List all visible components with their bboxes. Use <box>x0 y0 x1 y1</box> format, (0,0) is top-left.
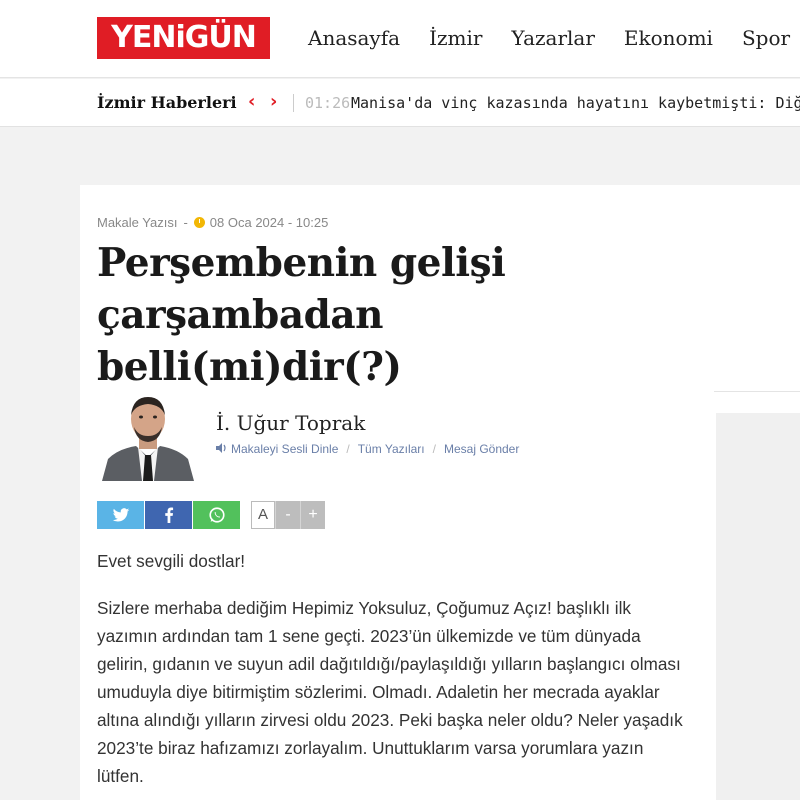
send-message-link[interactable]: Mesaj Gönder <box>444 442 519 456</box>
nav-item-izmir[interactable]: İzmir <box>429 26 482 50</box>
ticker-headline-link[interactable]: Manisa'da vinç kazasında hayatını kaybet… <box>351 94 800 112</box>
share-whatsapp-button[interactable] <box>193 501 240 529</box>
author-name[interactable]: İ. Uğur Toprak <box>216 411 365 435</box>
site-header: YENiGÜN Anasayfa İzmir Yazarlar Ekonomi … <box>0 0 800 78</box>
article-card: Makale Yazısı - 08 Oca 2024 - 10:25 Perş… <box>80 185 800 800</box>
article-date: 08 Oca 2024 - 10:25 <box>209 215 329 230</box>
whatsapp-icon <box>208 507 225 523</box>
site-logo[interactable]: YENiGÜN <box>97 17 270 59</box>
twitter-icon <box>112 507 129 522</box>
font-size-controls: A - + <box>251 501 325 529</box>
nav-item-yazarlar[interactable]: Yazarlar <box>511 26 594 50</box>
article-category[interactable]: Makale Yazısı <box>97 215 177 230</box>
article-paragraph: Evet sevgili dostlar! <box>97 551 246 571</box>
sidebar-panel <box>716 413 800 800</box>
share-twitter-button[interactable] <box>97 501 144 529</box>
meta-separator: - <box>183 215 188 230</box>
chevron-left-icon[interactable]: ‹ <box>248 91 255 112</box>
link-separator: / <box>432 442 436 456</box>
author-links: Makaleyi Sesli Dinle / Tüm Yazıları / Me… <box>216 442 519 456</box>
all-articles-link[interactable]: Tüm Yazıları <box>358 442 425 456</box>
facebook-icon <box>164 507 173 523</box>
nav-item-anasayfa[interactable]: Anasayfa <box>308 26 400 50</box>
article-title-line-2: belli(mi)dir(?) <box>97 344 402 390</box>
sidebar-divider <box>714 391 800 392</box>
article-title: Perşembenin gelişi çarşambadan belli(mi)… <box>97 237 797 393</box>
ticker-label: İzmir Haberleri <box>97 93 237 112</box>
chevron-right-icon[interactable]: › <box>270 91 277 112</box>
ticker-divider <box>293 94 294 112</box>
article-meta: Makale Yazısı - 08 Oca 2024 - 10:25 <box>97 215 328 230</box>
author-avatar[interactable] <box>98 389 198 481</box>
listen-article-link[interactable]: Makaleyi Sesli Dinle <box>231 442 338 456</box>
article-title-line-1: Perşembenin gelişi çarşambadan <box>97 240 506 338</box>
article-paragraph: Sizlere merhaba dediğim Hepimiz Yoksuluz… <box>97 598 683 786</box>
article-body: Evet sevgili dostlar! Sizlere merhaba de… <box>97 547 687 800</box>
clock-icon <box>193 217 205 228</box>
nav-item-spor[interactable]: Spor <box>742 26 790 50</box>
font-increase-button[interactable]: + <box>300 501 325 529</box>
nav-item-ekonomi[interactable]: Ekonomi <box>624 26 713 50</box>
speaker-icon[interactable] <box>216 442 227 456</box>
main-nav: Anasayfa İzmir Yazarlar Ekonomi Spor R <box>308 26 800 50</box>
font-size-label: A <box>251 501 275 529</box>
news-ticker: İzmir Haberleri ‹ › 01:26 Manisa'da vinç… <box>0 79 800 127</box>
font-decrease-button[interactable]: - <box>275 501 300 529</box>
share-facebook-button[interactable] <box>145 501 192 529</box>
ticker-time: 01:26 <box>305 94 351 112</box>
link-separator: / <box>346 442 350 456</box>
